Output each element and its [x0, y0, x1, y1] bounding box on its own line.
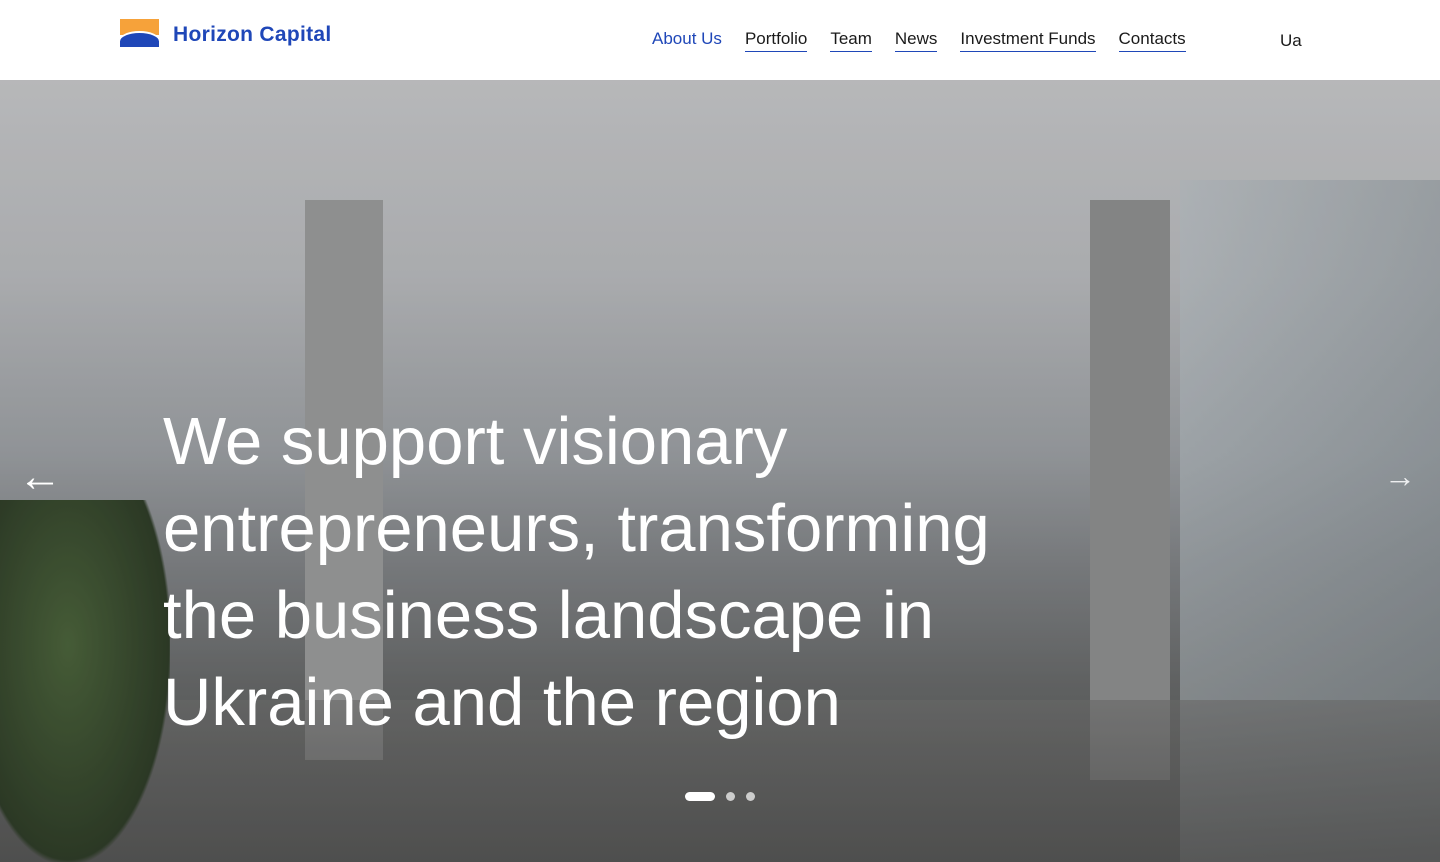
slide-dot-2[interactable] — [726, 792, 735, 801]
nav-portfolio[interactable]: Portfolio — [744, 29, 808, 52]
hero-headline: We support visionary entrepreneurs, tran… — [163, 404, 990, 740]
nav-news[interactable]: News — [894, 29, 938, 52]
site-header: Horizon Capital About Us Portfolio Team … — [0, 0, 1440, 80]
slide-dot-1[interactable] — [685, 792, 715, 801]
nav-team[interactable]: Team — [830, 29, 872, 52]
arrow-right-icon[interactable]: → — [1384, 460, 1416, 492]
nav-contacts[interactable]: Contacts — [1118, 29, 1186, 52]
logo-text: Horizon Capital — [173, 23, 332, 46]
arrow-left-icon[interactable]: ← — [18, 455, 62, 499]
nav-investment-funds[interactable]: Investment Funds — [960, 29, 1096, 52]
main-nav: About Us Portfolio Team News Investment … — [652, 29, 1209, 52]
nav-about-us[interactable]: About Us — [652, 29, 722, 52]
slide-dot-3[interactable] — [746, 792, 755, 801]
slider-dots — [685, 792, 766, 801]
logo[interactable]: Horizon Capital — [120, 19, 332, 47]
logo-icon — [120, 19, 159, 47]
hero-slider: We support visionary entrepreneurs, tran… — [0, 80, 1440, 862]
language-switch[interactable]: Ua — [1280, 31, 1302, 51]
